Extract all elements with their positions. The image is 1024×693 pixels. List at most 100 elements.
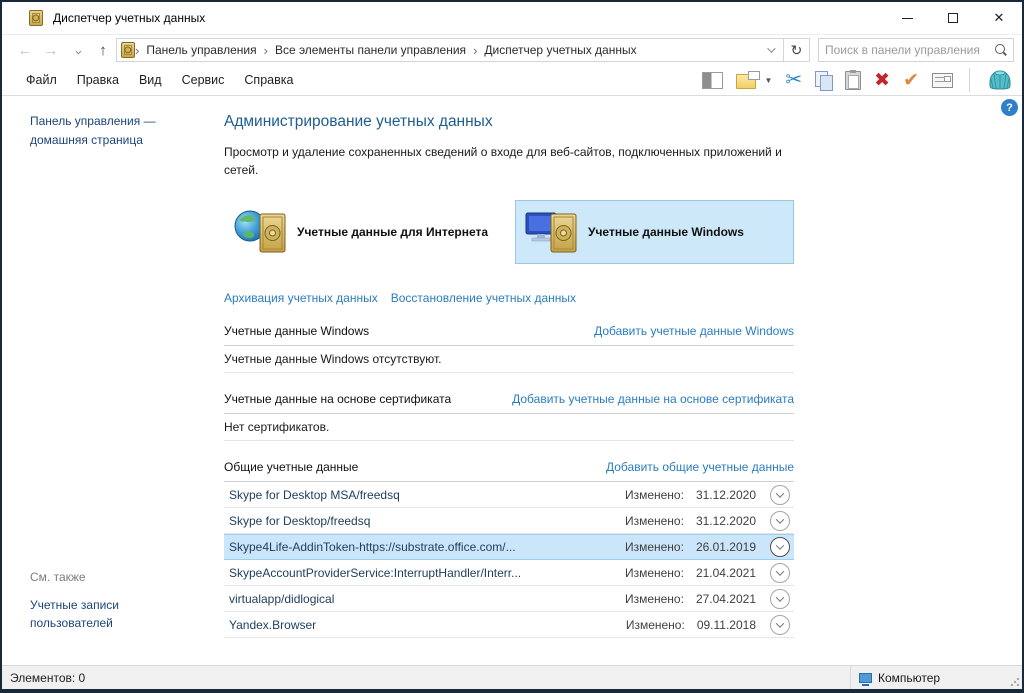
up-icon: ↑ (99, 41, 107, 59)
refresh-button[interactable]: ↻ (784, 38, 810, 62)
menu-tools[interactable]: Сервис (172, 73, 235, 87)
modified-date: 31.12.2020 (695, 513, 756, 528)
modified-label: Изменено: (624, 487, 684, 502)
forward-icon: → (43, 41, 59, 59)
up-button[interactable]: ↑ (90, 42, 116, 59)
modified-label: Изменено: (624, 513, 684, 528)
chevron-down-icon (75, 48, 82, 54)
modified-date: 09.11.2018 (696, 617, 756, 632)
task-links: Архивация учетных данных Восстановление … (224, 291, 1022, 305)
chevron-down-icon (767, 44, 776, 53)
credential-name: Skype for Desktop MSA/freedsq (229, 487, 400, 502)
search-input[interactable] (825, 43, 993, 57)
add-certificate-credential-link[interactable]: Добавить учетные данные на основе сертиф… (512, 392, 794, 406)
credential-name: virtualapp/didlogical (229, 591, 335, 606)
menu-view[interactable]: Вид (129, 73, 172, 87)
cut-icon[interactable]: ✂ (785, 70, 802, 90)
credential-manager-window: Диспетчер учетных данных ✕ ← → ↑ › Панел… (0, 0, 1024, 693)
modified-label: Изменено: (625, 617, 685, 632)
status-computer-zone: Компьютер (850, 666, 1022, 689)
back-button[interactable]: ← (12, 42, 38, 59)
credential-row[interactable]: Yandex.Browser Изменено: 09.11.2018 (224, 612, 794, 638)
help-button[interactable]: ? (1001, 99, 1018, 116)
modified-label: Изменено: (624, 591, 684, 606)
expand-button[interactable] (770, 484, 790, 505)
items-count: Элементов: 0 (10, 670, 86, 685)
breadcrumb-control-panel[interactable]: Панель управления (139, 43, 263, 57)
modified-date: 27.04.2021 (695, 591, 756, 606)
computer-icon (859, 672, 872, 686)
credential-name: Skype for Desktop/freedsq (229, 513, 371, 528)
properties-icon[interactable] (932, 72, 953, 88)
chevron-down-icon: ▼ (764, 75, 773, 85)
window-title: Диспетчер учетных данных (53, 11, 206, 25)
page-description: Просмотр и удаление сохраненных сведений… (224, 145, 782, 177)
forward-button[interactable]: → (38, 42, 64, 59)
breadcrumb-all-items[interactable]: Все элементы панели управления (268, 43, 473, 57)
expand-button[interactable] (770, 536, 790, 557)
credential-row[interactable]: SkypeAccountProviderService:InterruptHan… (224, 560, 794, 586)
checkmark-icon[interactable]: ✔ (903, 71, 919, 90)
expand-button[interactable] (770, 614, 790, 635)
chevron-down-icon (775, 592, 785, 602)
menu-file[interactable]: Файл (16, 73, 67, 87)
tile-web-credentials[interactable]: Учетные данные для Интернета (224, 200, 503, 264)
expand-button[interactable] (770, 562, 790, 583)
address-history-button[interactable] (761, 44, 779, 53)
chevron-down-icon (775, 566, 785, 576)
address-box[interactable]: › Панель управления › Все элементы панел… (116, 38, 784, 62)
breadcrumb-vault-icon (121, 42, 135, 58)
chevron-down-icon (775, 514, 785, 524)
credential-row-selected[interactable]: Skype4Life-AddinToken-https://substrate.… (224, 534, 794, 560)
views-button[interactable]: ▼ (736, 71, 772, 89)
copy-icon[interactable] (815, 70, 834, 91)
section-title: Учетные данные Windows (224, 324, 370, 338)
close-button[interactable]: ✕ (976, 2, 1022, 34)
section-windows-credentials: Учетные данные Windows Добавить учетные … (224, 324, 794, 346)
sidebar-item-user-accounts[interactable]: Учетные записи пользователей (30, 596, 190, 633)
preview-pane-icon[interactable] (702, 71, 724, 89)
minimize-button[interactable] (884, 2, 930, 34)
main-content: Администрирование учетных данных Просмот… (224, 96, 1022, 665)
monitor-vault-icon (525, 212, 577, 253)
chevron-down-icon (775, 540, 785, 550)
section-generic-credentials: Общие учетные данные Добавить общие учет… (224, 460, 794, 482)
chevron-down-icon (775, 618, 785, 628)
credential-type-tiles: Учетные данные для Интернета Учетные дан… (224, 200, 794, 264)
sidebar-item-control-panel-home[interactable]: Панель управления — домашняя страница (30, 112, 190, 149)
expand-button[interactable] (770, 588, 790, 609)
paste-icon[interactable] (845, 69, 862, 90)
search-box (818, 38, 1014, 62)
credential-name: SkypeAccountProviderService:InterruptHan… (229, 565, 522, 580)
resize-grip[interactable] (1010, 677, 1020, 687)
toolbar-separator (969, 68, 970, 92)
credential-name: Yandex.Browser (229, 617, 317, 632)
delete-icon[interactable]: ✖ (874, 71, 890, 90)
credential-row[interactable]: Skype for Desktop/freedsq Изменено: 31.1… (224, 508, 794, 534)
expand-button[interactable] (770, 510, 790, 531)
window-body: ? Панель управления — домашняя страница … (2, 96, 1022, 665)
modified-label: Изменено: (624, 539, 684, 554)
computer-label: Компьютер (878, 670, 941, 685)
chevron-down-icon (775, 488, 785, 498)
globe-vault-icon (234, 210, 286, 253)
tile-label: Учетные данные Windows (588, 225, 744, 239)
menu-edit[interactable]: Правка (67, 73, 129, 87)
add-generic-credential-link[interactable]: Добавить общие учетные данные (606, 460, 794, 474)
menu-help[interactable]: Справка (234, 73, 303, 87)
add-windows-credential-link[interactable]: Добавить учетные данные Windows (594, 324, 794, 338)
back-icon: ← (17, 41, 33, 59)
backup-credentials-link[interactable]: Архивация учетных данных (224, 291, 378, 305)
maximize-button[interactable] (930, 2, 976, 34)
breadcrumb-credential-manager[interactable]: Диспетчер учетных данных (477, 43, 643, 57)
search-icon (993, 43, 1007, 57)
credential-row[interactable]: Skype for Desktop MSA/freedsq Изменено: … (224, 482, 794, 508)
section-title: Учетные данные на основе сертификата (224, 392, 452, 406)
restore-credentials-link[interactable]: Восстановление учетных данных (391, 291, 576, 305)
recent-pages-button[interactable] (64, 42, 90, 59)
tile-windows-credentials[interactable]: Учетные данные Windows (515, 200, 794, 264)
certificate-credentials-empty-text: Нет сертификатов. (224, 414, 794, 441)
credential-row[interactable]: virtualapp/didlogical Изменено: 27.04.20… (224, 586, 794, 612)
shell-icon[interactable] (986, 68, 1014, 92)
modified-date: 26.01.2019 (695, 539, 756, 554)
